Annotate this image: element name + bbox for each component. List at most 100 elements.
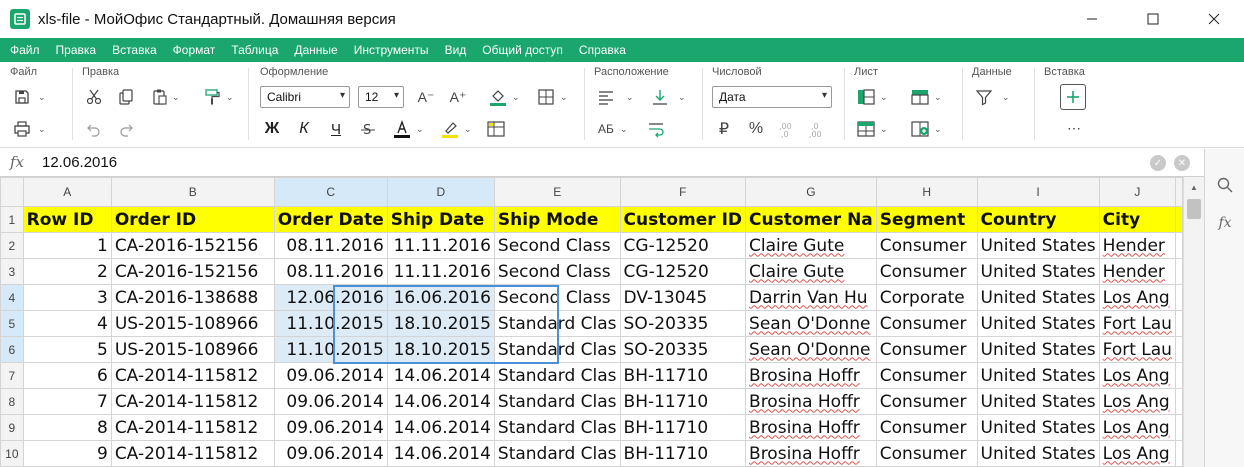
bold-button[interactable]: Ж	[260, 118, 284, 140]
header-cell[interactable]: Country	[976, 206, 1100, 233]
font-color-button[interactable]	[390, 118, 414, 140]
table-cell[interactable]: Consumer	[875, 388, 978, 415]
decrease-font-button[interactable]: A⁻	[414, 86, 438, 108]
row-header[interactable]: 4	[0, 284, 24, 311]
menu-data[interactable]: Данные	[286, 38, 345, 62]
copy-button[interactable]	[114, 86, 138, 108]
print-button[interactable]	[10, 118, 34, 140]
menu-edit[interactable]: Правка	[48, 38, 105, 62]
table-cell[interactable]	[1175, 440, 1183, 467]
table-cell[interactable]: Hender	[1098, 258, 1177, 285]
table-cell[interactable]: Consumer	[875, 362, 978, 389]
horizontal-align-caret[interactable]: ⌄	[626, 92, 634, 103]
table-cell[interactable]: Los Ang	[1098, 362, 1177, 389]
column-header[interactable]: H	[875, 177, 978, 207]
table-cell[interactable]: Corporate	[875, 284, 978, 311]
increase-font-button[interactable]: A⁺	[446, 86, 470, 108]
column-header[interactable]: G	[745, 177, 877, 207]
table-cell[interactable]	[1175, 388, 1183, 415]
table-cell[interactable]: Brosina Hoffr	[745, 414, 877, 441]
table-cell[interactable]: United States	[976, 388, 1100, 415]
filter-caret[interactable]: ⌄	[1002, 92, 1010, 103]
table-cell[interactable]: 9	[22, 440, 112, 467]
table-cell[interactable]: Sean O'Donne	[745, 336, 877, 363]
table-cell[interactable]: 14.06.2014	[386, 362, 495, 389]
table-cell[interactable]: 09.06.2014	[273, 440, 388, 467]
wrap-text-button[interactable]	[644, 118, 668, 140]
percent-button[interactable]: %	[744, 118, 768, 140]
table-cell[interactable]: CA-2016-138688	[110, 284, 275, 311]
table-cell[interactable]: SO-20335	[619, 310, 747, 337]
table-cell[interactable]: Second Class	[493, 258, 621, 285]
table-cell[interactable]: Consumer	[875, 336, 978, 363]
row-header[interactable]: 5	[0, 310, 24, 337]
table-cell[interactable]: 11.10.2015	[273, 310, 388, 337]
table-cell[interactable]: 16.06.2016	[386, 284, 495, 311]
highlight-caret[interactable]: ⌄	[464, 124, 472, 135]
table-cell[interactable]: CA-2014-115812	[110, 414, 275, 441]
table-cell[interactable]: 2	[22, 258, 112, 285]
table-cell[interactable]: Brosina Hoffr	[745, 388, 877, 415]
save-button[interactable]	[10, 86, 34, 108]
column-header[interactable]: F	[619, 177, 747, 207]
menu-sharing[interactable]: Общий доступ	[474, 38, 571, 62]
scroll-up-icon[interactable]: ▲	[1190, 183, 1198, 192]
cut-button[interactable]	[82, 86, 106, 108]
insert-row-caret[interactable]: ⌄	[934, 92, 942, 103]
font-name-select[interactable]: Calibri ▾	[260, 86, 350, 108]
row-header[interactable]: 1	[0, 206, 24, 233]
column-header[interactable]: A	[22, 177, 112, 207]
table-cell[interactable]: Hender	[1098, 232, 1177, 259]
table-cell[interactable]	[1175, 284, 1183, 311]
currency-button[interactable]: ₽	[712, 118, 736, 140]
table-cell[interactable]: Sean O'Donne	[745, 310, 877, 337]
table-cell[interactable]: Brosina Hoffr	[745, 440, 877, 467]
menu-file[interactable]: Файл	[2, 38, 48, 62]
table-cell[interactable]: 09.06.2014	[273, 362, 388, 389]
row-header[interactable]: 10	[0, 440, 24, 467]
paste-button[interactable]	[148, 86, 172, 108]
table-cell[interactable]	[1175, 206, 1183, 233]
print-dropdown-caret[interactable]: ⌄	[38, 124, 46, 135]
table-cell[interactable]: CA-2016-152156	[110, 258, 275, 285]
header-cell[interactable]: City	[1098, 206, 1177, 233]
table-cell[interactable]	[1175, 232, 1183, 259]
borders-caret[interactable]: ⌄	[560, 92, 568, 103]
table-cell[interactable]: 5	[22, 336, 112, 363]
paste-dropdown-caret[interactable]: ⌄	[172, 92, 180, 103]
column-header[interactable]: I	[976, 177, 1100, 207]
table-cell[interactable]: United States	[976, 414, 1100, 441]
header-cell[interactable]: Ship Date	[386, 206, 495, 233]
close-button[interactable]	[1183, 0, 1244, 38]
table-cell[interactable]: Claire Gute	[745, 232, 877, 259]
table-cell[interactable]: BH-11710	[619, 414, 747, 441]
confirm-formula-button[interactable]: ✓	[1150, 155, 1166, 171]
table-cell[interactable]: US-2015-108966	[110, 336, 275, 363]
table-cell[interactable]: United States	[976, 258, 1100, 285]
redo-button[interactable]	[114, 118, 138, 140]
spreadsheet-grid[interactable]: A B C D E F G H I J 1 Row ID Order ID Order…	[0, 177, 1183, 467]
table-cell[interactable]: Consumer	[875, 310, 978, 337]
column-header[interactable]: B	[110, 177, 275, 207]
table-button[interactable]	[854, 118, 878, 140]
table-cell[interactable]: DV-13045	[619, 284, 747, 311]
table-cell[interactable]: United States	[976, 362, 1100, 389]
table-cell[interactable]: Consumer	[875, 440, 978, 467]
table-cell[interactable]: Second Class	[493, 232, 621, 259]
table-cell[interactable]: Consumer	[875, 414, 978, 441]
insert-object-button[interactable]	[1060, 84, 1086, 110]
table-cell[interactable]: US-2015-108966	[110, 310, 275, 337]
table-cell[interactable]: United States	[976, 336, 1100, 363]
text-direction-button[interactable]: АБ	[594, 118, 618, 140]
table-cell[interactable]: Claire Gute	[745, 258, 877, 285]
header-cell[interactable]: Customer Na	[745, 206, 877, 233]
borders-button[interactable]	[534, 86, 558, 108]
table-cell[interactable]: CA-2014-115812	[110, 388, 275, 415]
functions-button[interactable]: fx	[1215, 213, 1235, 233]
table-cell[interactable]: Fort Lau	[1098, 336, 1177, 363]
minimize-button[interactable]	[1061, 0, 1122, 38]
header-cell[interactable]: Row ID	[22, 206, 112, 233]
menu-format[interactable]: Формат	[165, 38, 224, 62]
menu-insert[interactable]: Вставка	[104, 38, 165, 62]
italic-button[interactable]: К	[292, 118, 316, 140]
